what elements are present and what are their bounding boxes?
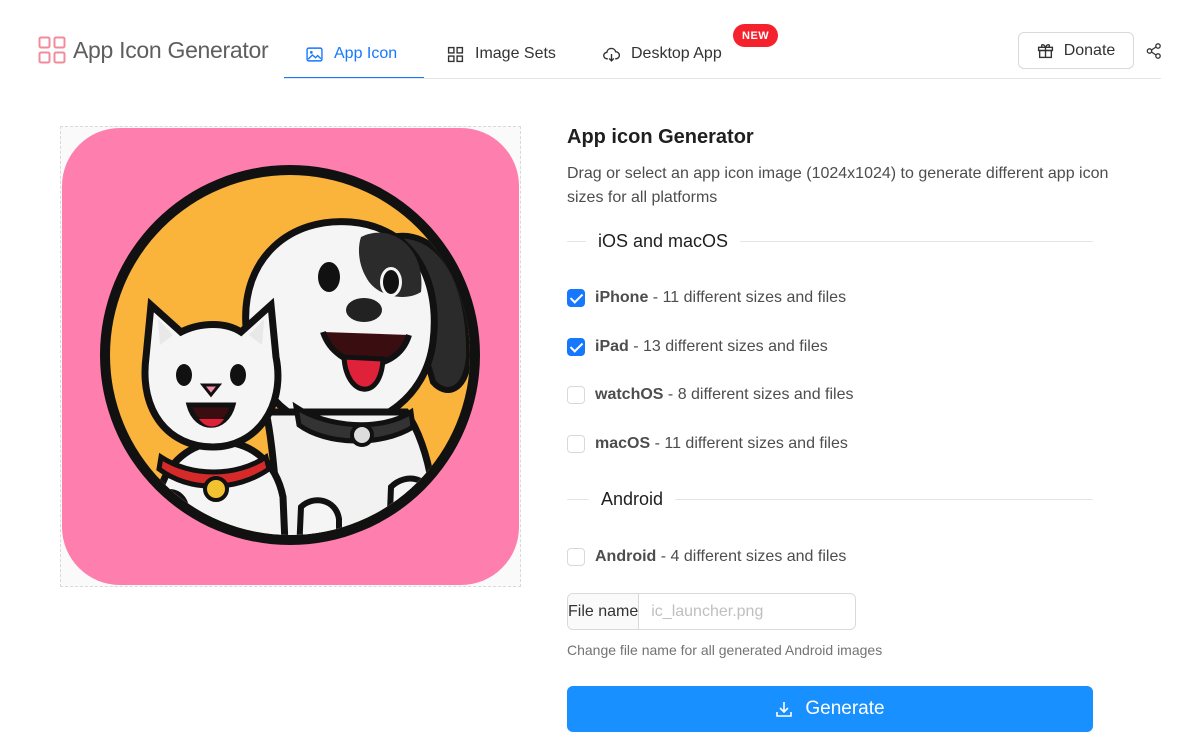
option-ipad[interactable]: iPad - 13 different sizes and files: [567, 338, 828, 356]
icon-upload-dropzone[interactable]: [60, 126, 521, 587]
macos-checkbox[interactable]: [567, 435, 585, 453]
gift-icon: [1037, 44, 1053, 59]
option-ipad-name: iPad: [595, 338, 629, 355]
option-macos[interactable]: macOS - 11 different sizes and files: [567, 435, 848, 453]
option-iphone-detail: - 11 different sizes and files: [648, 289, 847, 306]
option-android[interactable]: Android - 4 different sizes and files: [567, 548, 846, 566]
option-iphone-name: iPhone: [595, 289, 649, 306]
section-divider-ios: iOS and macOS: [567, 229, 1093, 253]
share-icon[interactable]: [1145, 42, 1163, 60]
file-name-help: Change file name for all generated Andro…: [567, 642, 883, 658]
page-title: App icon Generator: [567, 126, 754, 148]
file-name-input[interactable]: [639, 594, 855, 629]
generate-label: Generate: [805, 698, 885, 719]
tab-image-sets[interactable]: Image Sets: [425, 30, 578, 78]
logo[interactable]: App Icon Generator: [38, 36, 269, 64]
iphone-checkbox[interactable]: [567, 289, 585, 307]
file-name-field: File name: [567, 593, 856, 630]
tab-app-icon-label: App Icon: [334, 45, 398, 62]
section-label-android: Android: [601, 488, 664, 509]
option-android-name: Android: [595, 548, 657, 565]
header-divider: [284, 78, 1161, 79]
download-icon: [776, 702, 793, 717]
generate-button[interactable]: Generate: [567, 686, 1093, 732]
donate-label: Donate: [1063, 41, 1116, 59]
app-icon-preview-image: [62, 128, 519, 585]
tab-desktop-app-label: Desktop App: [631, 45, 722, 62]
tab-desktop-app[interactable]: Desktop App: [581, 30, 744, 78]
ipad-checkbox[interactable]: [567, 338, 585, 356]
android-checkbox[interactable]: [567, 548, 585, 566]
image-icon: [306, 46, 323, 62]
option-watchos-name: watchOS: [595, 386, 664, 403]
option-macos-detail: - 11 different sizes and files: [650, 435, 848, 452]
option-iphone[interactable]: iPhone - 11 different sizes and files: [567, 289, 846, 307]
section-label-ios: iOS and macOS: [598, 230, 729, 251]
option-watchos-detail: - 8 different sizes and files: [663, 386, 854, 403]
new-badge: NEW: [733, 24, 779, 47]
donate-button[interactable]: Donate: [1018, 32, 1134, 69]
tab-image-sets-label: Image Sets: [475, 45, 556, 62]
top-navigation: App Icon Generator App Icon Image Sets D…: [0, 0, 1200, 80]
option-ipad-detail: - 13 different sizes and files: [628, 338, 828, 355]
page-description: Drag or select an app icon image (1024x1…: [567, 165, 1109, 206]
option-android-detail: - 4 different sizes and files: [656, 548, 847, 565]
file-name-addon: File name: [568, 594, 640, 629]
grid-icon: [447, 46, 464, 62]
cloud-download-icon: [603, 47, 620, 62]
tab-app-icon[interactable]: App Icon: [284, 30, 424, 79]
option-macos-name: macOS: [595, 435, 651, 452]
section-divider-android: Android: [567, 487, 1093, 511]
option-watchos[interactable]: watchOS - 8 different sizes and files: [567, 386, 854, 404]
app-logo-icon: [38, 36, 66, 64]
logo-text: App Icon Generator: [73, 36, 269, 63]
watchos-checkbox[interactable]: [567, 386, 585, 404]
